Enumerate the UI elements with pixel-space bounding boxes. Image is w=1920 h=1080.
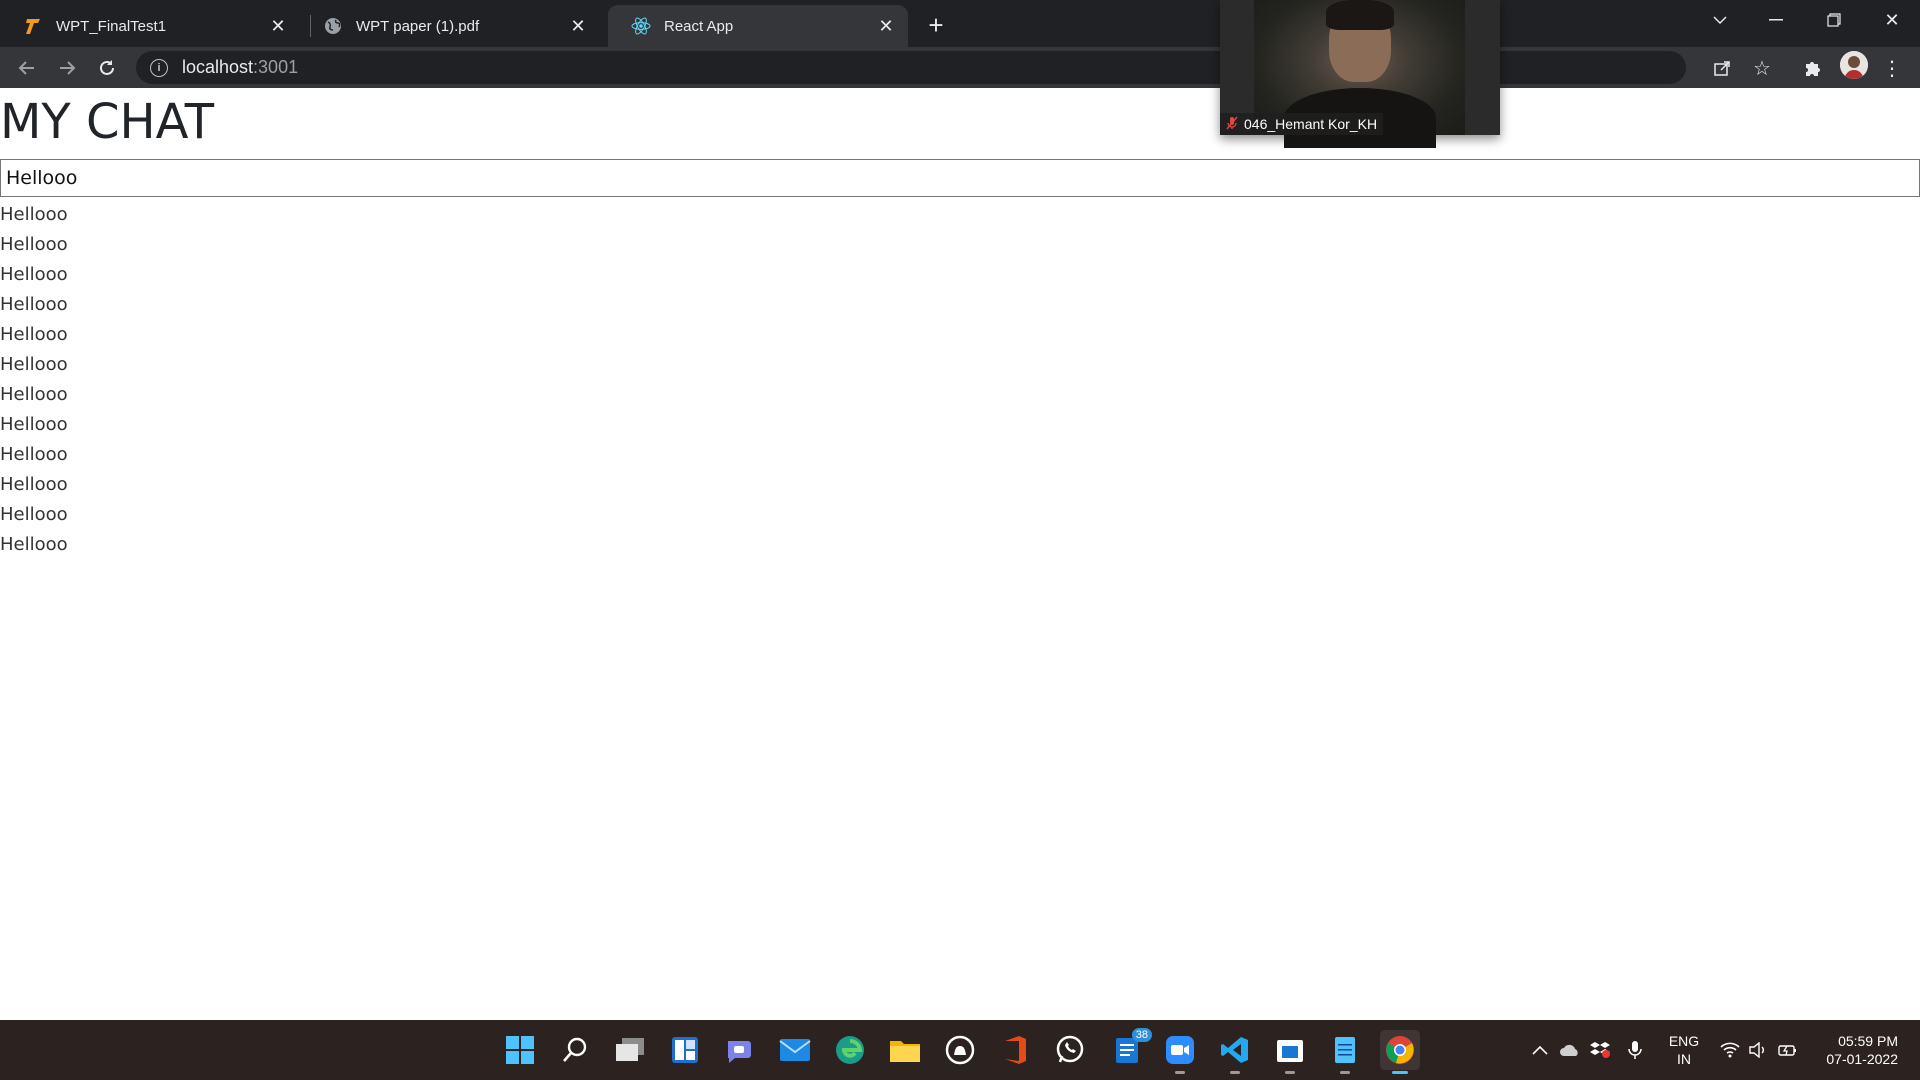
react-icon	[630, 15, 652, 37]
region-code: IN	[1677, 1051, 1691, 1067]
forward-arrow-icon[interactable]	[50, 51, 84, 85]
message-item: Hellooo	[0, 474, 68, 495]
message-item: Hellooo	[0, 534, 68, 555]
message-item: Hellooo	[0, 324, 68, 345]
chrome-menu-icon[interactable]: ⋮	[1875, 51, 1909, 85]
extensions-puzzle-icon[interactable]	[1795, 51, 1829, 85]
start-windows-icon[interactable]	[500, 1030, 540, 1070]
back-arrow-icon[interactable]	[10, 51, 44, 85]
clock[interactable]: 05:59 PM 07-01-2022	[1808, 1032, 1898, 1068]
browser-toolbar: i localhost:3001 ☆ ⋮	[0, 47, 1920, 88]
file-explorer-icon[interactable]	[885, 1030, 925, 1070]
mic-muted-icon	[1226, 116, 1238, 133]
share-icon[interactable]	[1705, 51, 1739, 85]
store-icon[interactable]	[1270, 1030, 1310, 1074]
tab-title: React App	[664, 17, 734, 35]
zoom-icon[interactable]	[1160, 1030, 1200, 1074]
whatsapp-icon[interactable]	[1050, 1030, 1090, 1070]
participant-name: 046_Hemant Kor_KH	[1244, 116, 1378, 132]
volume-icon[interactable]	[1746, 1038, 1770, 1062]
testbook-icon	[22, 15, 44, 37]
restore-icon[interactable]	[1806, 0, 1862, 40]
tab-wpt-paper[interactable]: WPT paper (1).pdf ✕	[300, 5, 600, 47]
message-item: Hellooo	[0, 294, 68, 315]
page-title: MY CHAT	[0, 94, 215, 150]
mail-icon[interactable]	[775, 1030, 815, 1070]
globe-icon	[322, 15, 344, 37]
search-icon[interactable]	[555, 1030, 595, 1070]
onedrive-icon[interactable]	[1558, 1038, 1582, 1062]
close-icon[interactable]: ✕	[564, 12, 592, 40]
tab-strip: WPT_FinalTest1 ✕ WPT paper (1).pdf ✕ Rea…	[0, 0, 1920, 47]
tab-search-chevron-icon[interactable]	[1692, 0, 1748, 40]
message-item: Hellooo	[0, 354, 68, 375]
tab-wpt-finaltest1[interactable]: WPT_FinalTest1 ✕	[0, 5, 300, 47]
message-item: Hellooo	[0, 204, 68, 225]
star-icon[interactable]: ☆	[1745, 51, 1779, 85]
widgets-icon[interactable]	[665, 1030, 705, 1070]
windows-taskbar: 38 ENG IN 05:59 PM 07-01-2022	[0, 1020, 1920, 1080]
tab-title: WPT_FinalTest1	[56, 17, 167, 35]
chrome-icon[interactable]	[1380, 1030, 1420, 1074]
message-list: Hellooo Hellooo Hellooo Hellooo Hellooo …	[0, 200, 68, 560]
message-item: Hellooo	[0, 264, 68, 285]
notepad-icon[interactable]	[1325, 1030, 1365, 1074]
new-tab-button[interactable]: +	[919, 8, 953, 42]
teams-chat-icon[interactable]	[720, 1030, 760, 1070]
minimize-icon[interactable]	[1748, 0, 1804, 40]
message-item: Hellooo	[0, 444, 68, 465]
url-port: :3001	[253, 57, 299, 77]
battery-icon[interactable]	[1776, 1038, 1800, 1062]
vscode-icon[interactable]	[1215, 1030, 1255, 1074]
todo-app-icon[interactable]: 38	[1108, 1028, 1152, 1070]
page-content: MY CHAT Hellooo Hellooo Hellooo Hellooo …	[0, 88, 1920, 1020]
github-desktop-icon[interactable]	[940, 1030, 980, 1070]
language-code: ENG	[1668, 1033, 1700, 1049]
edge-browser-icon[interactable]	[830, 1030, 870, 1070]
site-info-icon[interactable]: i	[150, 58, 168, 77]
clock-date: 07-01-2022	[1826, 1051, 1898, 1067]
task-view-icon[interactable]	[610, 1030, 650, 1070]
office-icon[interactable]	[995, 1030, 1035, 1070]
close-window-icon[interactable]: ✕	[1864, 0, 1920, 40]
tab-title: WPT paper (1).pdf	[356, 17, 480, 35]
chevron-up-icon[interactable]	[1528, 1038, 1552, 1062]
participant-caption: 046_Hemant Kor_KH	[1220, 113, 1384, 135]
message-item: Hellooo	[0, 384, 68, 405]
profile-avatar[interactable]	[1840, 51, 1868, 79]
tab-react-app[interactable]: React App ✕	[608, 5, 908, 47]
dropbox-icon[interactable]	[1588, 1038, 1612, 1062]
reload-icon[interactable]	[90, 51, 124, 85]
url-host: localhost	[182, 57, 254, 77]
notification-badge: 38	[1131, 1028, 1152, 1042]
message-item: Hellooo	[0, 414, 68, 435]
chat-message-input[interactable]	[0, 159, 1920, 197]
video-call-overlay[interactable]: 046_Hemant Kor_KH	[1220, 0, 1500, 148]
microphone-icon[interactable]	[1623, 1038, 1647, 1062]
close-icon[interactable]: ✕	[264, 12, 292, 40]
clock-time: 05:59 PM	[1838, 1033, 1898, 1049]
wifi-icon[interactable]	[1718, 1038, 1742, 1062]
input-language[interactable]: ENG IN	[1664, 1032, 1704, 1068]
close-icon[interactable]: ✕	[872, 12, 900, 40]
message-item: Hellooo	[0, 234, 68, 255]
message-item: Hellooo	[0, 504, 68, 525]
